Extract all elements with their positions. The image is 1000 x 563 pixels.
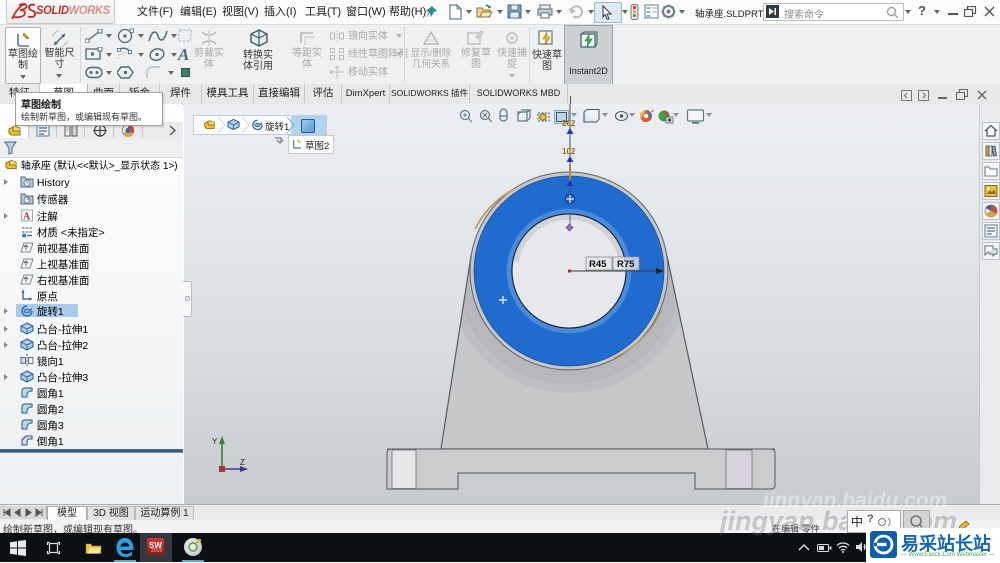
svg-text:Y: Y: [212, 437, 218, 446]
svg-text:Z: Z: [240, 458, 245, 467]
svg-text:A: A: [23, 212, 31, 223]
svg-text:R45: R45: [589, 259, 607, 270]
svg-text:102: 102: [562, 147, 576, 156]
svg-text:202: 202: [562, 119, 576, 128]
svg-text:R75: R75: [617, 259, 635, 270]
